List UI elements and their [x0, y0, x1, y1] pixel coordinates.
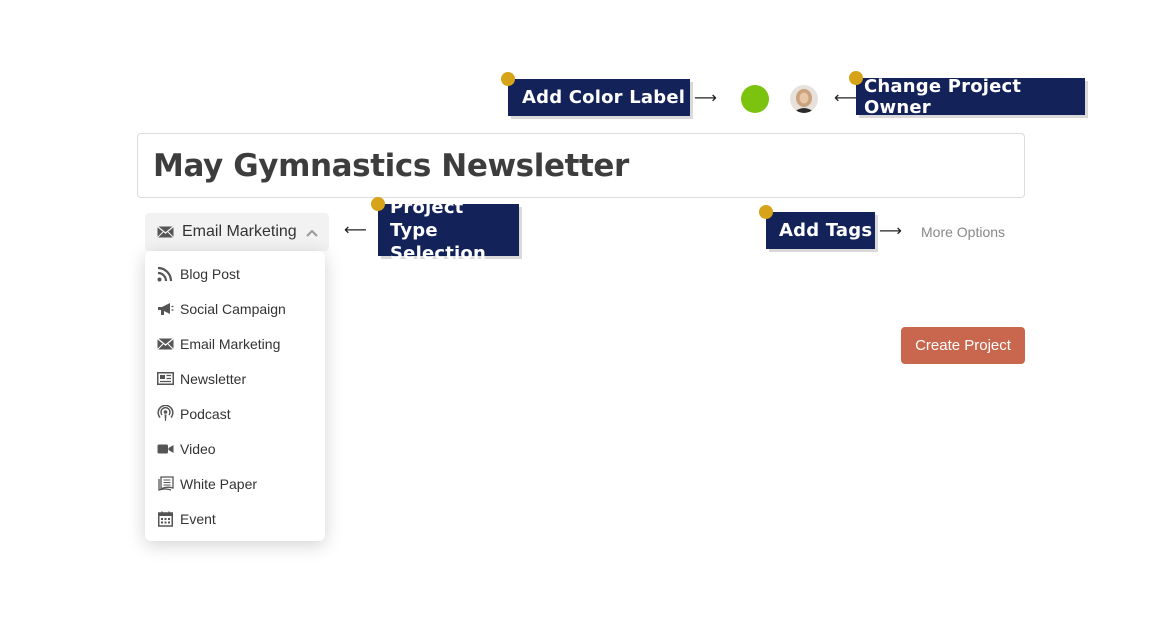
project-owner-avatar[interactable] — [790, 85, 818, 113]
video-camera-icon — [156, 440, 174, 458]
project-type-selected-label: Email Marketing — [182, 223, 297, 240]
project-type-dropdown[interactable]: Email Marketing — [145, 213, 329, 251]
menu-item-label: Newsletter — [180, 370, 247, 387]
menu-item-newsletter[interactable]: Newsletter — [145, 361, 325, 396]
arrow-left-icon: ⟵ — [344, 220, 367, 239]
annotation-marker — [759, 205, 773, 219]
annotation-marker — [371, 197, 385, 211]
rss-icon — [156, 265, 174, 283]
menu-item-label: Email Marketing — [180, 335, 281, 352]
menu-item-label: Video — [180, 440, 216, 457]
annotation-marker — [849, 71, 863, 85]
menu-item-event[interactable]: Event — [145, 501, 325, 536]
menu-item-white-paper[interactable]: White Paper — [145, 466, 325, 501]
menu-item-email-marketing[interactable]: Email Marketing — [145, 326, 325, 361]
calendar-icon — [156, 510, 174, 528]
project-title-text: May Gymnastics Newsletter — [153, 147, 629, 184]
menu-item-label: White Paper — [180, 475, 258, 492]
megaphone-icon — [156, 300, 174, 318]
project-type-menu: Blog Post Social Campaign Email Marketin… — [145, 251, 325, 541]
menu-item-label: Social Campaign — [180, 300, 286, 317]
menu-item-blog-post[interactable]: Blog Post — [145, 256, 325, 291]
arrow-left-icon: ⟵ — [834, 88, 857, 107]
annotation-text: Add Tags — [779, 220, 873, 241]
menu-item-label: Event — [180, 510, 216, 527]
project-title-input[interactable]: May Gymnastics Newsletter — [137, 133, 1025, 198]
annotation-text: Add Color Label — [522, 87, 686, 108]
menu-item-social-campaign[interactable]: Social Campaign — [145, 291, 325, 326]
menu-item-label: Podcast — [180, 405, 231, 422]
annotation-text: Change Project Owner — [864, 75, 1022, 118]
arrow-right-icon: ⟶ — [879, 221, 902, 240]
chevron-up-icon — [305, 224, 318, 242]
menu-item-video[interactable]: Video — [145, 431, 325, 466]
annotation-marker — [501, 72, 515, 86]
arrow-right-icon: ⟶ — [694, 88, 717, 107]
envelope-icon — [157, 226, 174, 238]
document-stack-icon — [156, 475, 174, 493]
annotation-text: Project Type Selection — [390, 196, 486, 264]
more-options-link[interactable]: More Options — [921, 224, 1005, 240]
annotation-add-color-label: Add Color Label — [501, 72, 690, 116]
create-project-button[interactable]: Create Project — [901, 327, 1025, 364]
color-label-button[interactable] — [741, 85, 769, 113]
annotation-change-project-owner: Change Project Owner — [849, 71, 1085, 118]
menu-item-label: Blog Post — [180, 265, 240, 282]
annotation-add-tags: Add Tags — [759, 205, 875, 249]
annotation-project-type-selection: Project Type Selection — [371, 197, 519, 264]
envelope-icon — [156, 335, 174, 353]
podcast-icon — [156, 405, 174, 423]
menu-item-podcast[interactable]: Podcast — [145, 396, 325, 431]
newspaper-icon — [156, 370, 174, 388]
